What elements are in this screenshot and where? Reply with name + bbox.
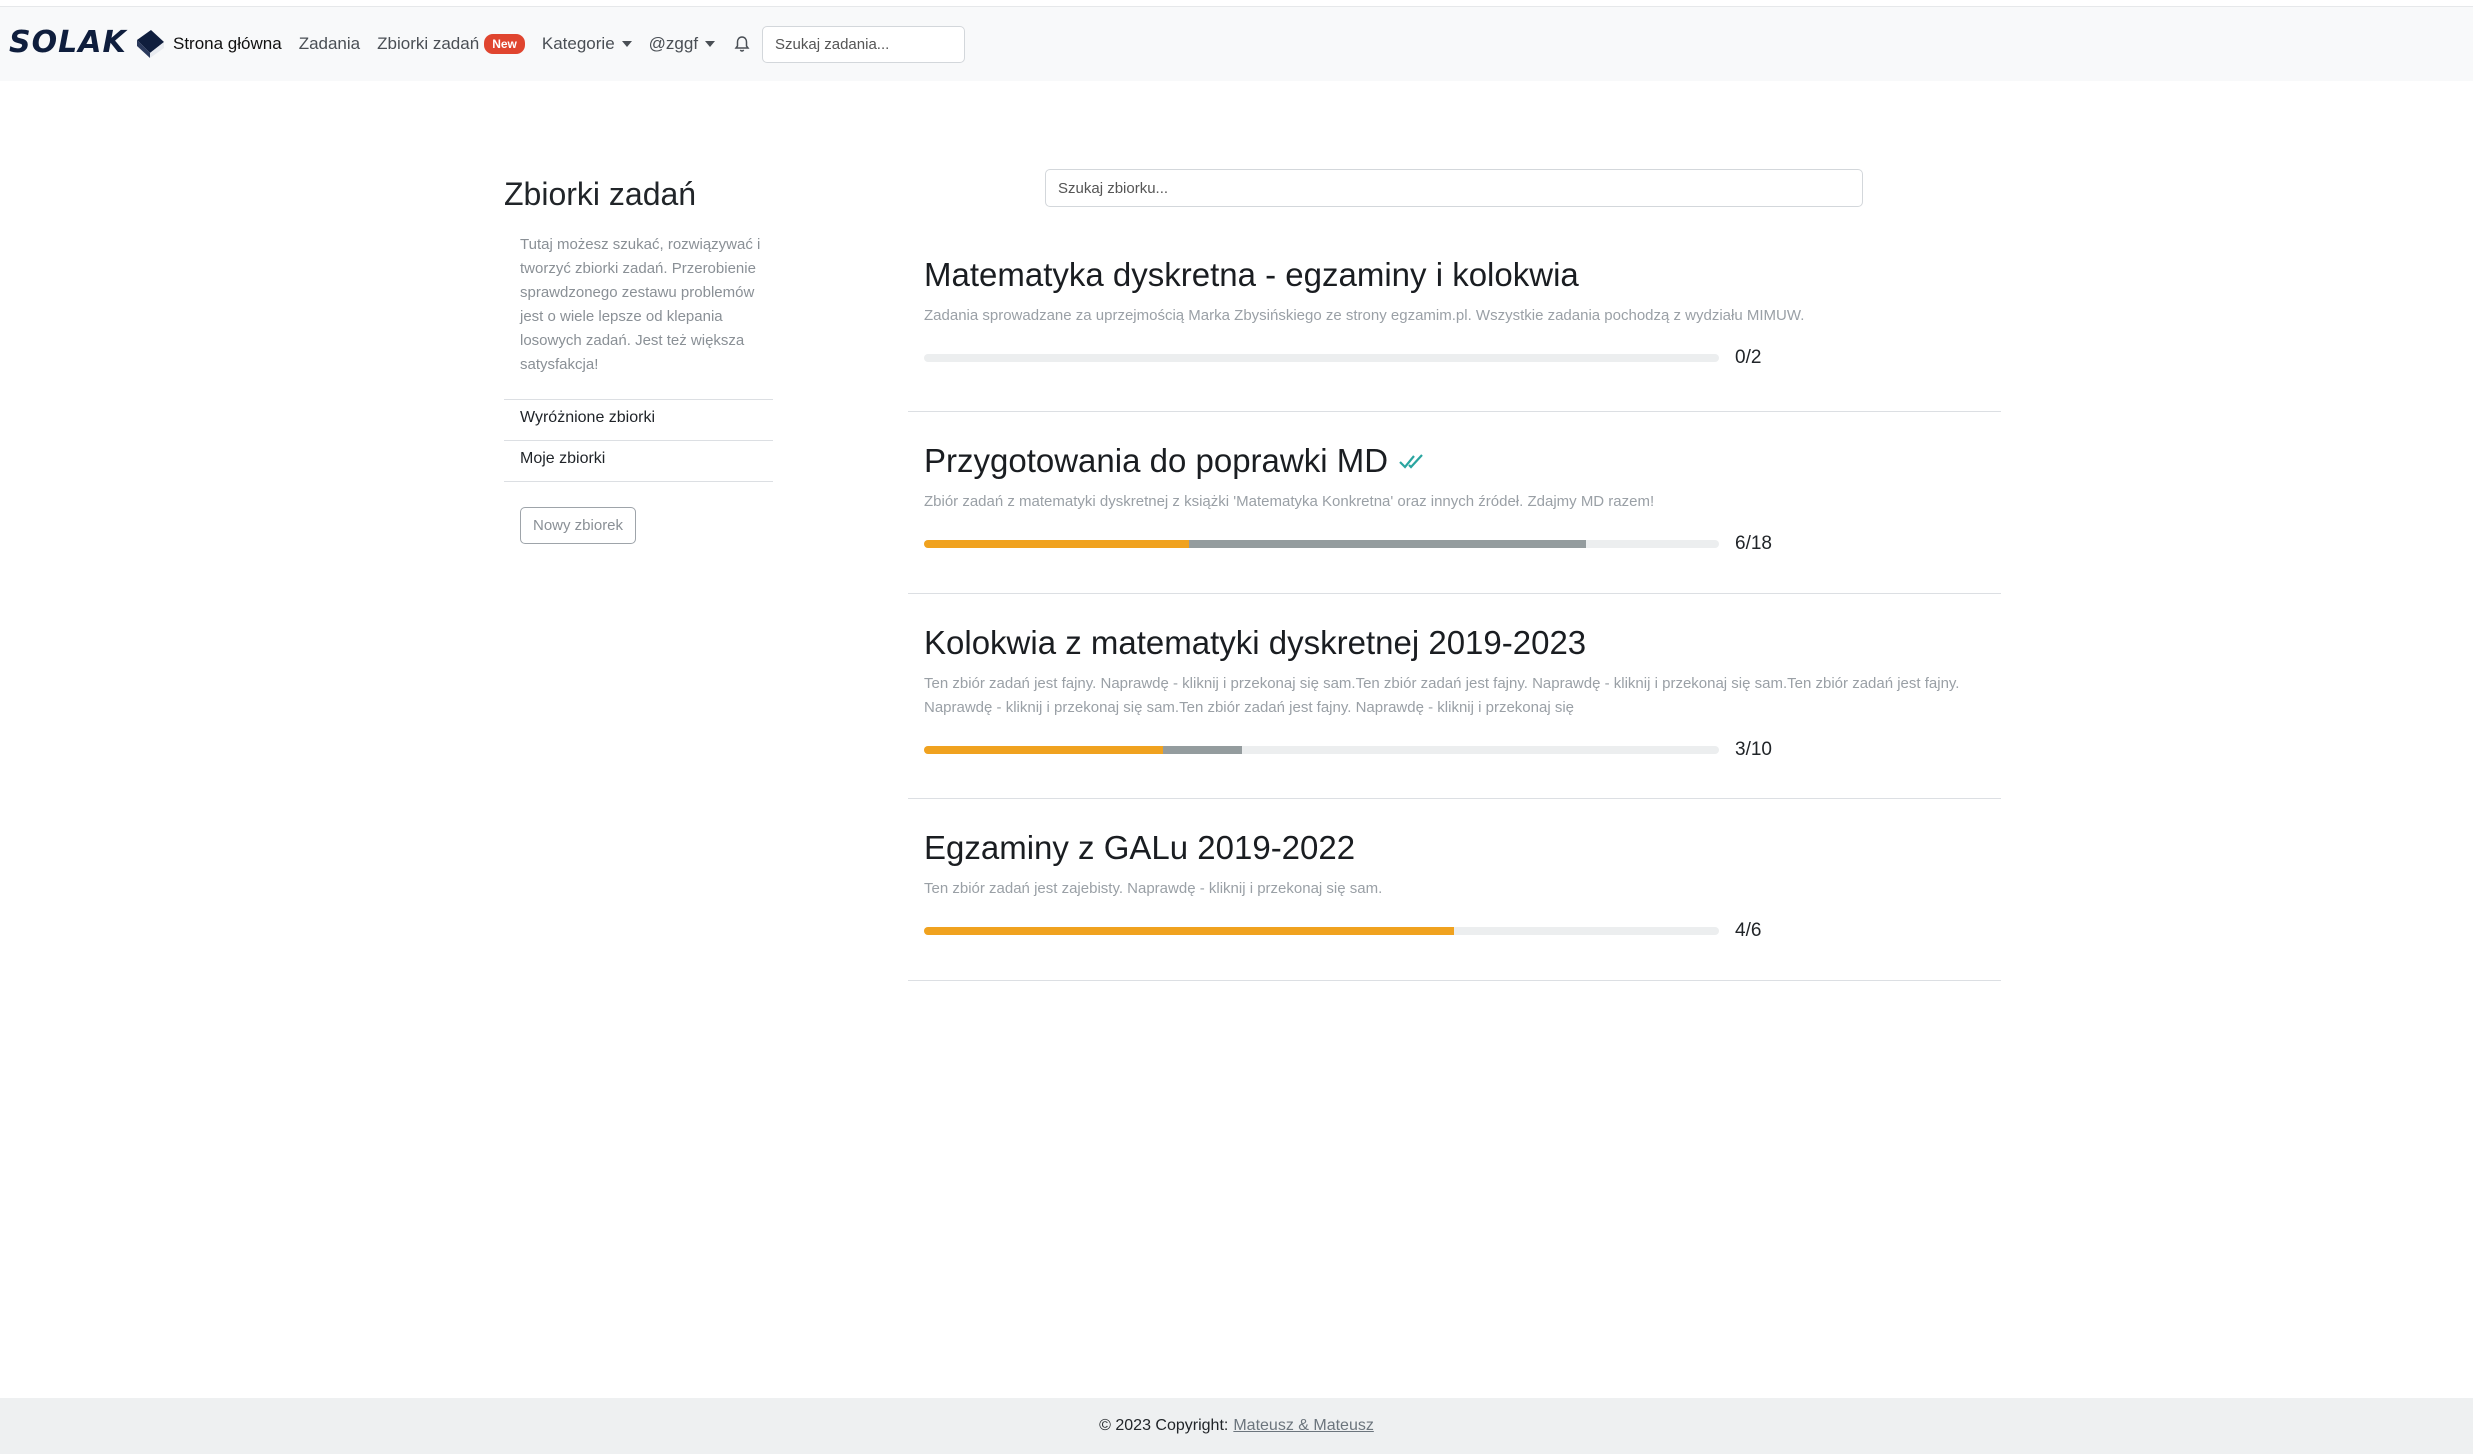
task-search-input[interactable] xyxy=(762,25,966,63)
bell-icon[interactable] xyxy=(732,34,752,54)
collection-title: Kolokwia z matematyki dyskretnej 2019-20… xyxy=(924,624,1985,662)
sidebar: Zbiorki zadań Tutaj możesz szukać, rozwi… xyxy=(504,176,773,544)
progress-solved xyxy=(924,746,1163,754)
top-strip xyxy=(0,0,2473,7)
collection-description: Ten zbiór zadań jest zajebisty. Naprawdę… xyxy=(924,880,1383,897)
navbar: SOLAK Strona główna Zadania Zbiorki zada… xyxy=(0,7,2473,81)
progress-solved xyxy=(924,927,1454,935)
brand-logo[interactable]: SOLAK xyxy=(9,25,167,60)
new-badge: New xyxy=(484,34,525,54)
nav-user-dropdown[interactable]: @zggf xyxy=(648,34,716,54)
footer-copyright: © 2023 Copyright: xyxy=(1099,1417,1229,1434)
progress-bar xyxy=(924,746,1719,754)
collection-title: Egzaminy z GALu 2019-2022 xyxy=(924,829,1985,867)
collection-item[interactable]: Kolokwia z matematyki dyskretnej 2019-20… xyxy=(908,594,2001,799)
collection-title-text: Przygotowania do poprawki MD xyxy=(924,442,1389,479)
progress-attempted xyxy=(1188,540,1587,548)
collection-description: Zadania sprowadzane za uprzejmością Mark… xyxy=(924,307,1805,324)
collection-description: Ten zbiór zadań jest fajny. Naprawdę - k… xyxy=(924,675,1960,716)
chevron-down-icon xyxy=(621,41,632,47)
progress-count: 0/2 xyxy=(1735,347,1762,368)
progress-count: 3/10 xyxy=(1735,739,1772,760)
progress-count: 4/6 xyxy=(1735,920,1762,941)
double-check-icon xyxy=(1399,454,1423,469)
progress-row: 3/10 xyxy=(924,739,1985,761)
progress-bar xyxy=(924,354,1719,362)
progress-row: 6/18 xyxy=(924,533,1985,555)
collection-description: Zbiór zadań z matematyki dyskretnej z ks… xyxy=(924,493,1655,510)
nav-categories-dropdown[interactable]: Kategorie xyxy=(542,34,632,54)
sidebar-item-featured[interactable]: Wyróżnione zbiorki xyxy=(504,399,773,440)
collection-title-text: Kolokwia z matematyki dyskretnej 2019-20… xyxy=(924,624,1587,661)
nav-user-label: @zggf xyxy=(648,34,699,53)
collection-title-text: Matematyka dyskretna - egzaminy i kolokw… xyxy=(924,256,1579,293)
collection-title: Przygotowania do poprawki MD xyxy=(924,442,1985,480)
nav-links: Strona główna Zadania Zbiorki zadań New … xyxy=(173,7,966,81)
progress-bar xyxy=(924,540,1719,548)
nav-collections-link[interactable]: Zbiorki zadań New xyxy=(377,34,525,54)
progress-bar xyxy=(924,927,1719,935)
collection-item[interactable]: Matematyka dyskretna - egzaminy i kolokw… xyxy=(908,226,2001,412)
nav-tasks-link[interactable]: Zadania xyxy=(299,34,360,54)
progress-solved xyxy=(924,540,1189,548)
footer: © 2023 Copyright: Mateusz & Mateusz xyxy=(0,1398,2473,1454)
sidebar-list: Wyróżnione zbiorki Moje zbiorki xyxy=(504,399,773,482)
nav-categories-label: Kategorie xyxy=(541,34,615,53)
page-title: Zbiorki zadań xyxy=(504,176,697,212)
nav-home-link[interactable]: Strona główna xyxy=(173,34,282,54)
collection-title: Matematyka dyskretna - egzaminy i kolokw… xyxy=(924,256,1985,294)
collection-list: Matematyka dyskretna - egzaminy i kolokw… xyxy=(908,226,2001,981)
sidebar-item-my-collections[interactable]: Moje zbiorki xyxy=(504,440,773,481)
progress-attempted xyxy=(1162,746,1242,754)
new-collection-button[interactable]: Nowy zbiorek xyxy=(520,507,637,544)
collection-item[interactable]: Przygotowania do poprawki MD Zbiór zadań… xyxy=(908,412,2001,594)
collection-title-text: Egzaminy z GALu 2019-2022 xyxy=(924,829,1356,866)
sidebar-description: Tutaj możesz szukać, rozwiązywać i tworz… xyxy=(520,236,761,373)
nav-collections-label: Zbiorki zadań xyxy=(377,34,480,53)
brand-name: SOLAK xyxy=(9,25,127,60)
collection-item[interactable]: Egzaminy z GALu 2019-2022 Ten zbiór zada… xyxy=(908,799,2001,981)
collection-search-input[interactable] xyxy=(1045,169,1863,207)
book-icon xyxy=(136,29,164,58)
footer-authors-link[interactable]: Mateusz & Mateusz xyxy=(1233,1417,1374,1435)
progress-row: 0/2 xyxy=(924,347,1985,369)
progress-row: 4/6 xyxy=(924,920,1985,942)
progress-count: 6/18 xyxy=(1735,533,1772,554)
chevron-down-icon xyxy=(705,41,716,47)
